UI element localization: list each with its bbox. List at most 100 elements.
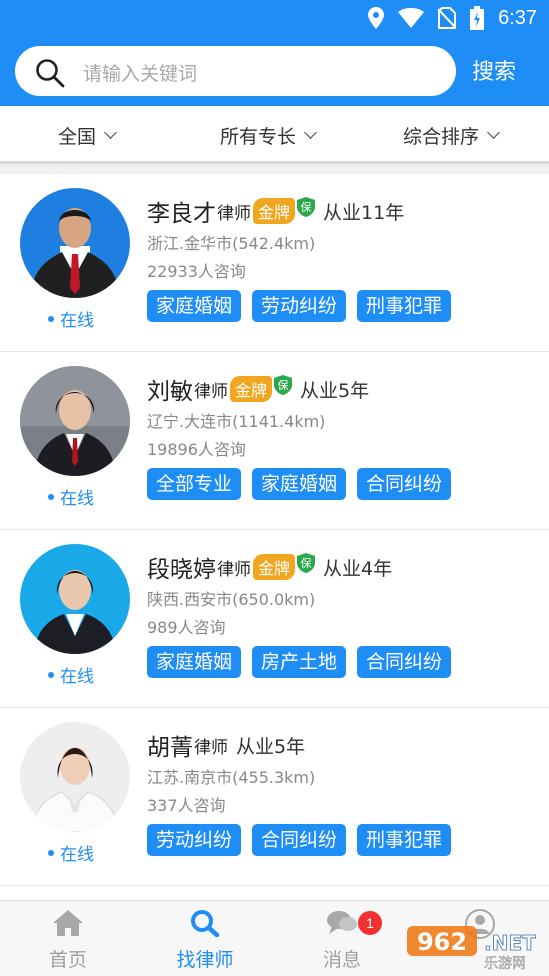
lawyer-name-row: 胡菁 律师 从业5年 xyxy=(147,728,305,762)
svg-text:962: 962 xyxy=(417,928,467,956)
lawyer-role: 律师 xyxy=(194,381,228,402)
specialty-tag[interactable]: 刑事犯罪 xyxy=(357,290,452,322)
lawyer-consultations: 337人咨询 xyxy=(147,796,226,815)
online-status-label: 在线 xyxy=(60,311,94,331)
tab-messages-label: 消息 xyxy=(322,949,361,971)
status-time: 6:37 xyxy=(498,6,537,29)
gold-badge: 金牌 xyxy=(230,376,273,402)
watermark-logo: 962 .NET 乐游网 xyxy=(407,926,537,972)
filter-bar: 全国 所有专长 综合排序 xyxy=(0,106,549,164)
chevron-down-icon xyxy=(487,126,500,139)
wifi-icon xyxy=(398,8,425,28)
specialty-tag[interactable]: 合同纠纷 xyxy=(357,646,452,678)
lawyer-card[interactable]: 在线 李良才 律师 金牌 保 从业11年 浙江.金华市(542.4km) 229… xyxy=(0,174,549,352)
lawyer-name: 刘敏 xyxy=(147,379,193,405)
lawyer-name-row: 段晓婷 律师 金牌 保 从业4年 xyxy=(147,550,392,584)
insured-mark: 保 xyxy=(301,556,312,570)
lawyer-consultations: 19896人咨询 xyxy=(147,440,246,459)
lawyer-name: 胡菁 xyxy=(147,735,193,761)
specialty-tags: 全部专业 家庭婚姻 合同纠纷 xyxy=(147,468,452,500)
battery-icon xyxy=(470,6,485,30)
lawyer-experience: 从业5年 xyxy=(236,735,306,758)
lawyer-experience: 从业5年 xyxy=(300,379,370,402)
lawyer-location: 辽宁.大连市(1141.4km) xyxy=(147,412,326,431)
lawyer-role: 律师 xyxy=(194,737,228,758)
specialty-tag[interactable]: 全部专业 xyxy=(147,468,242,500)
avatar xyxy=(20,188,130,298)
lawyer-role: 律师 xyxy=(217,559,251,580)
shield-icon: 保 xyxy=(297,553,316,573)
online-status: 在线 xyxy=(48,306,94,331)
tab-find-lawyer-label: 找律师 xyxy=(176,949,234,971)
svg-text:.NET: .NET xyxy=(484,931,536,955)
specialty-tags: 家庭婚姻 房产土地 合同纠纷 xyxy=(147,646,452,678)
lawyer-card[interactable]: 在线 胡菁 律师 从业5年 江苏.南京市(455.3km) 337人咨询 劳动纠… xyxy=(0,708,549,886)
specialty-tag[interactable]: 劳动纠纷 xyxy=(252,290,347,322)
filter-sort-label: 综合排序 xyxy=(403,126,480,148)
lawyer-role: 律师 xyxy=(217,203,251,224)
filter-region[interactable]: 全国 xyxy=(58,122,117,149)
lawyer-location: 江苏.南京市(455.3km) xyxy=(147,768,316,787)
lawyer-name: 李良才 xyxy=(147,201,216,227)
online-status: 在线 xyxy=(48,484,94,509)
lawyer-card[interactable]: 在线 段晓婷 律师 金牌 保 从业4年 陕西.西安市(650.0km) 989人… xyxy=(0,530,549,708)
status-bar: 6:37 xyxy=(0,0,549,38)
tab-home[interactable]: 首页 xyxy=(18,909,118,972)
lawyer-experience: 从业11年 xyxy=(323,201,405,224)
tab-find-lawyer[interactable]: 找律师 xyxy=(155,909,255,972)
location-icon xyxy=(368,7,385,29)
tab-home-label: 首页 xyxy=(48,949,87,971)
lawyer-consultations: 989人咨询 xyxy=(147,618,226,637)
lawyer-location: 陕西.西安市(650.0km) xyxy=(147,590,316,609)
search-icon xyxy=(191,910,220,938)
specialty-tag[interactable]: 合同纠纷 xyxy=(252,824,347,856)
search-placeholder: 请输入关键词 xyxy=(83,63,198,85)
insured-mark: 保 xyxy=(278,378,289,392)
online-dot xyxy=(48,493,54,500)
search-input[interactable]: 请输入关键词 xyxy=(15,46,456,96)
online-dot xyxy=(48,671,54,678)
svg-text:乐游网: 乐游网 xyxy=(484,956,526,972)
specialty-tag[interactable]: 合同纠纷 xyxy=(357,468,452,500)
lawyer-name: 段晓婷 xyxy=(147,557,216,583)
message-count-badge: 1 xyxy=(358,911,382,935)
no-sim-icon xyxy=(438,7,457,29)
lawyer-location: 浙江.金华市(542.4km) xyxy=(147,234,316,253)
specialty-tag[interactable]: 家庭婚姻 xyxy=(252,468,347,500)
status-icons: 6:37 xyxy=(368,6,537,30)
online-status-label: 在线 xyxy=(60,845,94,865)
lawyer-list: 在线 李良才 律师 金牌 保 从业11年 浙江.金华市(542.4km) 229… xyxy=(0,174,549,900)
lawyer-name-row: 刘敏 律师 金牌 保 从业5年 xyxy=(147,372,369,406)
online-dot xyxy=(48,315,54,322)
filter-region-label: 全国 xyxy=(58,126,97,148)
insured-mark: 保 xyxy=(301,200,312,214)
lawyer-name-row: 李良才 律师 金牌 保 从业11年 xyxy=(147,194,404,228)
avatar xyxy=(20,722,130,832)
chat-icon xyxy=(327,911,357,934)
specialty-tag[interactable]: 劳动纠纷 xyxy=(147,824,242,856)
lawyer-consultations: 22933人咨询 xyxy=(147,262,246,281)
shield-icon: 保 xyxy=(274,375,293,395)
search-button[interactable]: 搜索 xyxy=(472,54,516,86)
specialty-tag[interactable]: 刑事犯罪 xyxy=(357,824,452,856)
avatar xyxy=(20,544,130,654)
specialty-tags: 家庭婚姻 劳动纠纷 刑事犯罪 xyxy=(147,290,452,322)
app-header: 6:37 请输入关键词 搜索 xyxy=(0,0,549,106)
shield-icon: 保 xyxy=(297,197,316,217)
filter-sort[interactable]: 综合排序 xyxy=(403,122,500,149)
specialty-tag[interactable]: 房产土地 xyxy=(252,646,347,678)
online-status-label: 在线 xyxy=(60,667,94,687)
home-icon xyxy=(53,910,83,936)
online-status-label: 在线 xyxy=(60,489,94,509)
specialty-tags: 劳动纠纷 合同纠纷 刑事犯罪 xyxy=(147,824,452,856)
chevron-down-icon xyxy=(304,126,317,139)
filter-specialty[interactable]: 所有专长 xyxy=(220,122,317,149)
gold-badge: 金牌 xyxy=(253,198,296,224)
avatar xyxy=(20,366,130,476)
specialty-tag[interactable]: 家庭婚姻 xyxy=(147,290,242,322)
filter-specialty-label: 所有专长 xyxy=(220,126,297,148)
specialty-tag[interactable]: 家庭婚姻 xyxy=(147,646,242,678)
lawyer-card[interactable]: 在线 刘敏 律师 金牌 保 从业5年 辽宁.大连市(1141.4km) 1989… xyxy=(0,352,549,530)
gold-badge: 金牌 xyxy=(253,554,296,580)
search-icon xyxy=(36,59,65,88)
